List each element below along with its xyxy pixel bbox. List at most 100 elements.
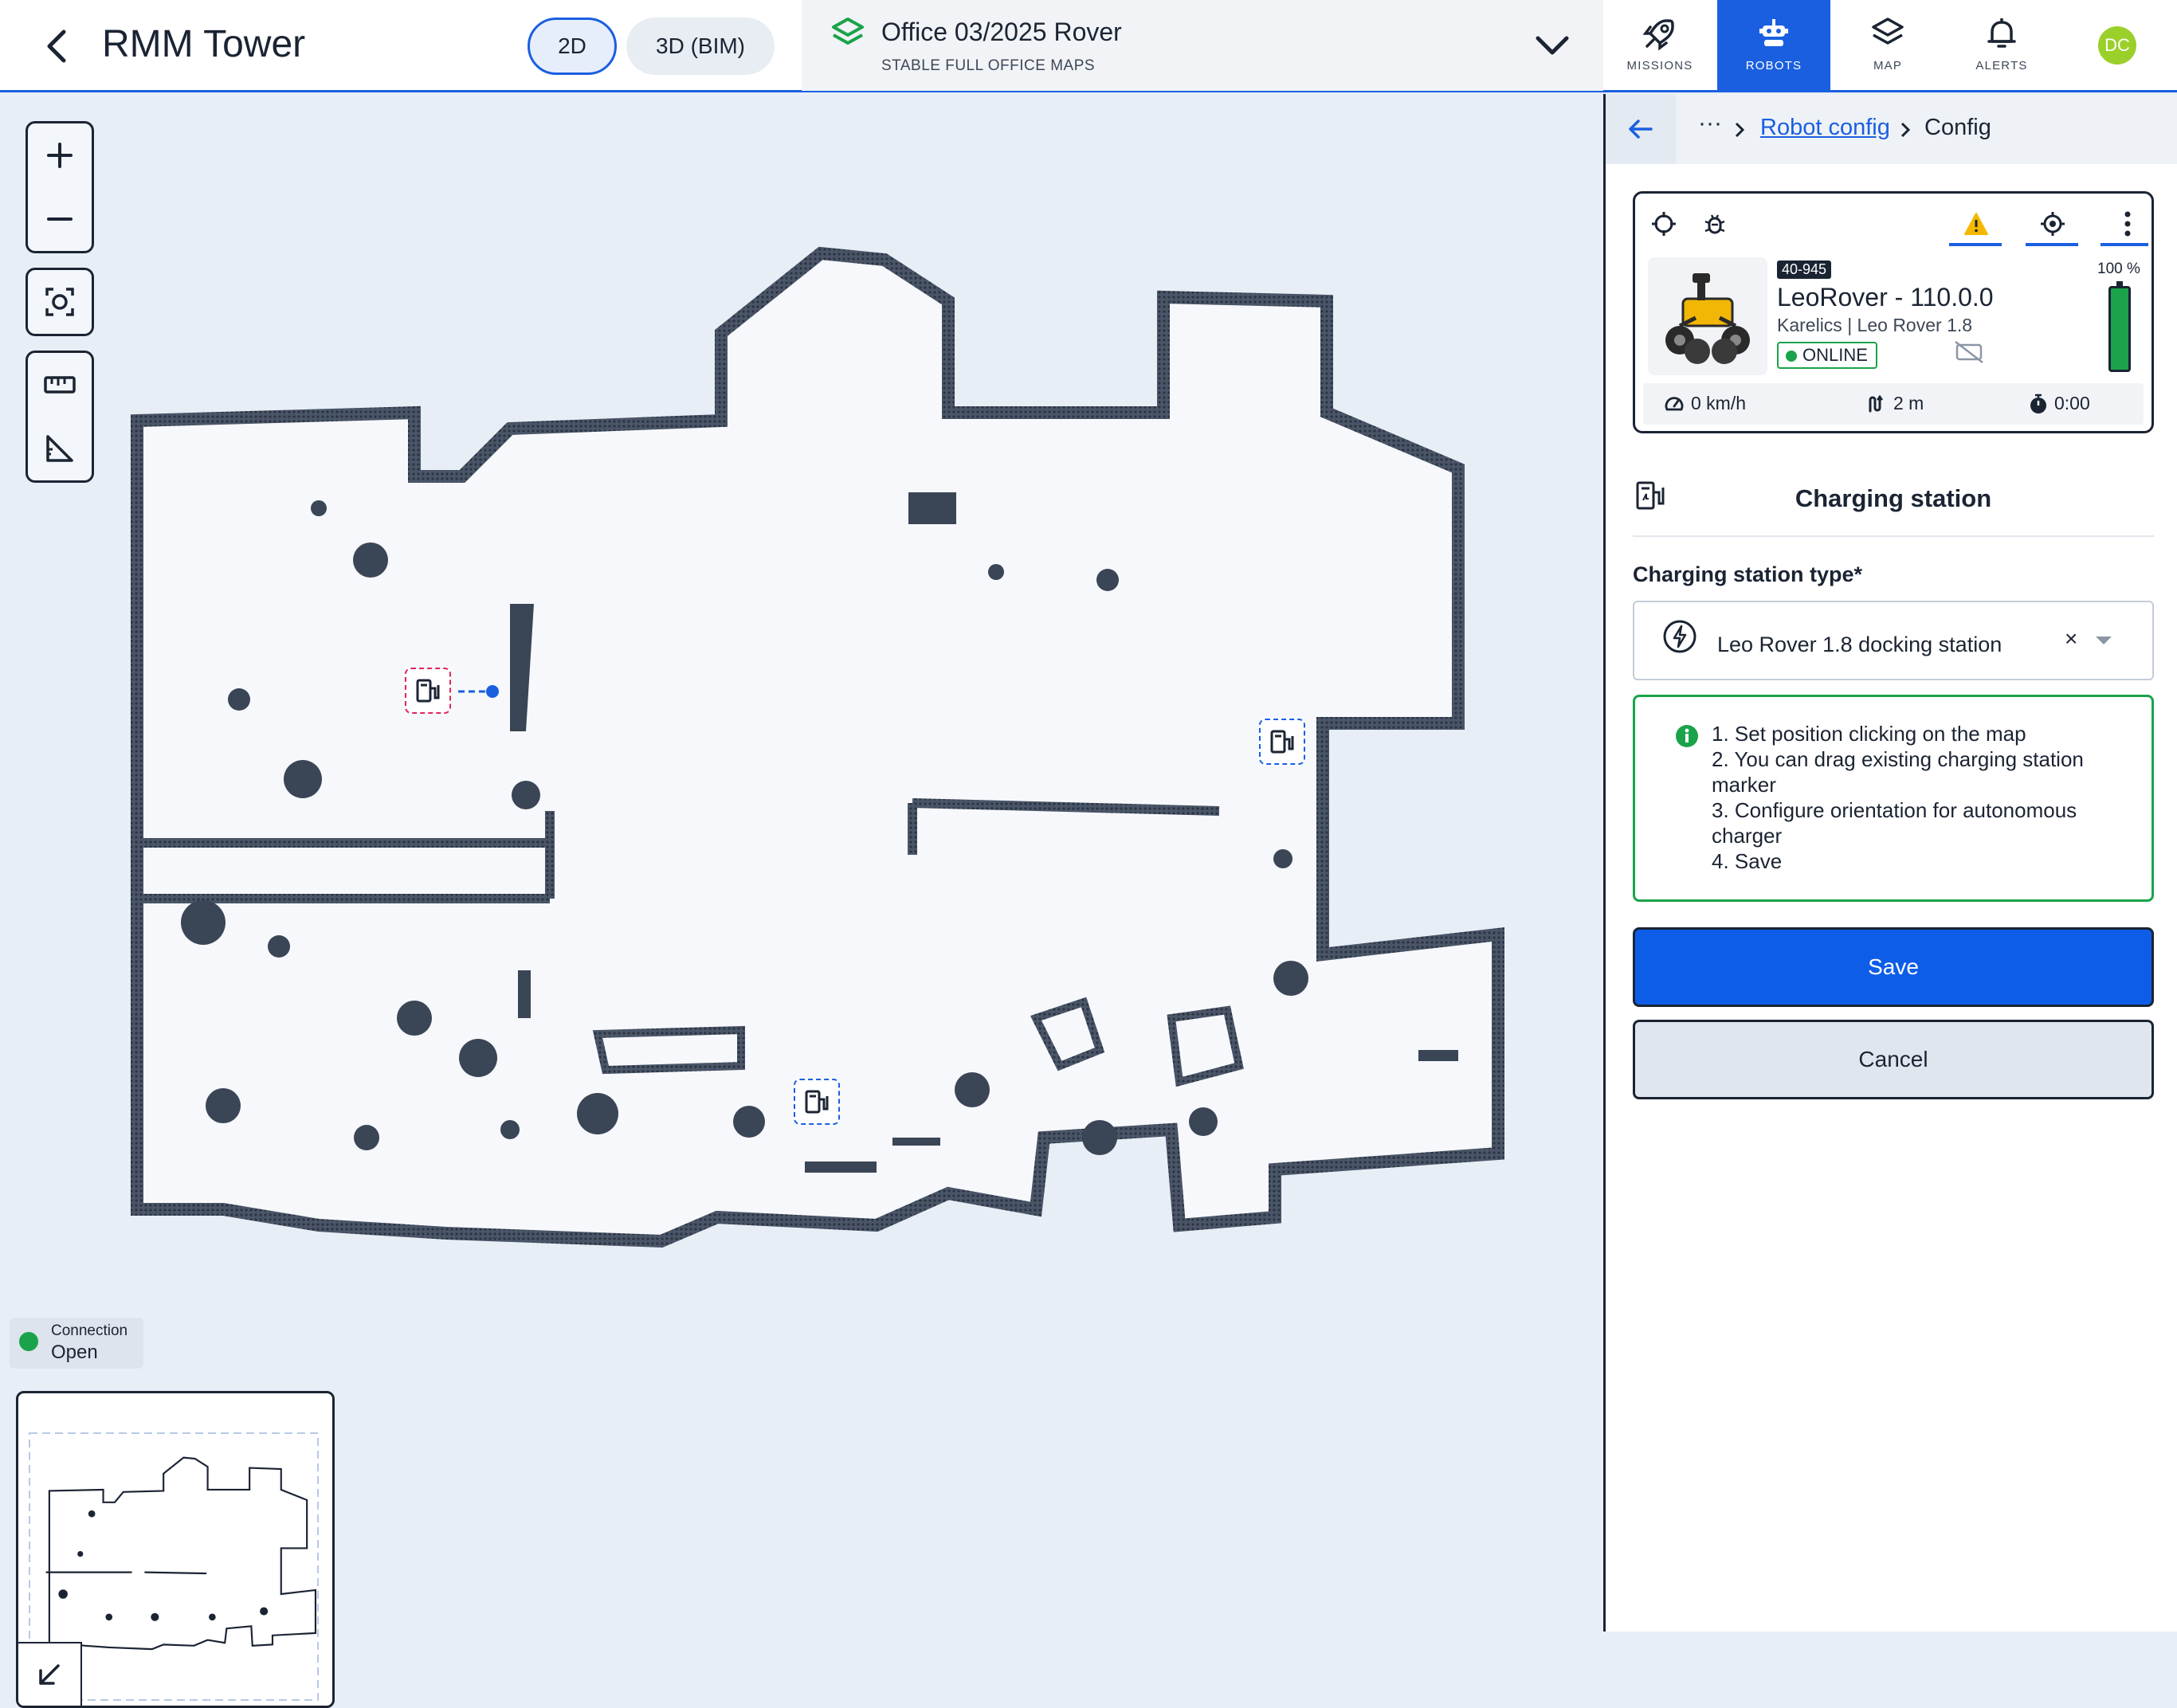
crosshair-icon [1652, 212, 1676, 236]
charging-station-marker[interactable] [794, 1079, 840, 1125]
robot-stats: 0 km/h 2 m 0:00 [1643, 383, 2144, 425]
minus-icon [47, 217, 73, 221]
time-value: 0:00 [2054, 393, 2090, 413]
layers-icon [832, 18, 864, 45]
robot-model: Karelics | Leo Rover 1.8 [1777, 315, 1973, 335]
ev-station-icon [416, 679, 440, 703]
speedometer-icon [1665, 396, 1684, 410]
chevron-down-icon [1536, 36, 1569, 55]
charging-station-type-select[interactable]: Leo Rover 1.8 docking station × [1633, 601, 2154, 680]
map-canvas[interactable]: Connection Open [0, 94, 1602, 1708]
view-2d-button[interactable]: 2D [528, 18, 617, 75]
fit-screen-button[interactable] [28, 270, 92, 334]
time-stat: 0:00 [2029, 393, 2090, 414]
zoom-controls [25, 121, 94, 253]
arrow-left-icon [1629, 119, 1653, 139]
debug-button[interactable] [1693, 202, 1737, 246]
rover-illustration [1665, 273, 1750, 364]
app-title: RMM Tower [102, 23, 306, 65]
robot-status-text: ONLINE [1802, 345, 1868, 365]
fit-controls [25, 268, 94, 336]
more-options-button[interactable] [2105, 202, 2150, 246]
minimap-toggle-button[interactable] [18, 1642, 82, 1706]
user-avatar[interactable]: DC [2098, 26, 2136, 65]
fit-screen-icon [45, 288, 74, 316]
cancel-button[interactable]: Cancel [1633, 1020, 2154, 1099]
target-tab-indicator [2026, 243, 2078, 246]
zoom-in-button[interactable] [28, 123, 92, 187]
distance-stat: 2 m [1866, 393, 1924, 414]
locate-robot-button[interactable] [1642, 202, 1686, 246]
nav-alerts-label: ALERTS [1975, 59, 2028, 72]
charging-station-marker-selected[interactable] [405, 668, 451, 714]
more-vertical-icon [2124, 211, 2131, 237]
breadcrumb-ellipsis[interactable]: ··· [1698, 110, 1722, 137]
speed-stat: 0 km/h [1664, 393, 1746, 414]
connection-value: Open [51, 1342, 98, 1363]
breadcrumb: ··· Robot config Config [1606, 94, 2177, 164]
speed-value: 0 km/h [1691, 393, 1747, 413]
camera-off-icon [1955, 341, 1983, 363]
angle-button[interactable] [28, 417, 92, 480]
view-3d-button[interactable]: 3D (BIM) [626, 18, 775, 75]
warning-button[interactable] [1954, 202, 1999, 246]
target-button[interactable] [2030, 202, 2075, 246]
nav-missions[interactable]: MISSIONS [1603, 0, 1716, 91]
save-button[interactable]: Save [1633, 927, 2154, 1007]
nav-map[interactable]: MAP [1831, 0, 1944, 91]
connection-indicator [19, 1332, 38, 1351]
back-button[interactable] [37, 24, 76, 69]
charging-station-type-value: Leo Rover 1.8 docking station [1717, 633, 2002, 656]
more-tab-indicator [2101, 243, 2148, 246]
status-dot [1786, 351, 1797, 362]
dropdown-arrow-icon[interactable] [2093, 633, 2114, 648]
chevron-right-icon [1735, 122, 1745, 138]
section-title: Charging station [1795, 484, 1992, 512]
instruction-line: 1. Set position clicking on the map [1712, 722, 2026, 746]
robot-image [1648, 257, 1767, 375]
info-icon [1676, 725, 1698, 747]
nav-robots[interactable]: ROBOTS [1717, 0, 1830, 91]
panel-back-button[interactable] [1606, 94, 1676, 164]
battery-percent: 100 % [2097, 261, 2140, 277]
warning-tab-indicator [1949, 243, 2002, 246]
angle-icon [46, 435, 73, 462]
robot-card[interactable]: 40-945 LeoRover - 110.0.0 Karelics | Leo… [1633, 191, 2154, 433]
chevron-left-icon [47, 29, 66, 63]
measure-controls [25, 351, 94, 483]
battery-icon [2108, 281, 2131, 372]
map-subtitle: STABLE FULL OFFICE MAPS [881, 57, 1096, 74]
route-icon [1869, 394, 1883, 412]
robot-status-badge: ONLINE [1777, 342, 1877, 369]
nav-missions-label: MISSIONS [1626, 59, 1693, 72]
top-bar: RMM Tower 2D 3D (BIM) Office 03/2025 Rov… [0, 0, 2177, 92]
distance-value: 2 m [1893, 393, 1924, 413]
ruler-icon [44, 376, 76, 394]
clear-selection-button[interactable]: × [2065, 626, 2077, 652]
robot-id-badge: 40-945 [1777, 261, 1832, 279]
rocket-icon [1642, 19, 1674, 51]
charging-station-header: Charging station [1633, 460, 2154, 537]
config-panel: ··· Robot config Config 40-945 LeoRover … [1603, 94, 2177, 1632]
breadcrumb-robot-config-link[interactable]: Robot config [1760, 115, 1890, 141]
layers-icon [1872, 18, 1904, 45]
gps-target-icon [2041, 212, 2065, 236]
connection-label: Connection [51, 1322, 128, 1339]
nav-alerts[interactable]: ALERTS [1945, 0, 2058, 91]
robot-icon [1759, 19, 1788, 46]
instruction-line: 2. You can drag existing charging statio… [1712, 747, 2084, 797]
nav-robots-label: ROBOTS [1745, 59, 1802, 72]
instruction-line: 4. Save [1712, 849, 1783, 873]
connection-status: Connection Open [10, 1318, 143, 1369]
nav-map-label: MAP [1873, 59, 1903, 72]
ruler-button[interactable] [28, 353, 92, 417]
charging-station-type-label: Charging station type* [1633, 562, 1863, 586]
minimap[interactable] [16, 1391, 335, 1708]
charging-station-marker[interactable] [1259, 719, 1305, 765]
instruction-line: 3. Configure orientation for autonomous … [1712, 798, 2077, 848]
map-selector[interactable]: Office 03/2025 Rover STABLE FULL OFFICE … [802, 0, 1603, 91]
arrow-down-left-icon [39, 1664, 60, 1685]
ev-station-icon [1270, 730, 1294, 754]
zoom-out-button[interactable] [28, 187, 92, 251]
bell-icon [1987, 18, 2016, 48]
